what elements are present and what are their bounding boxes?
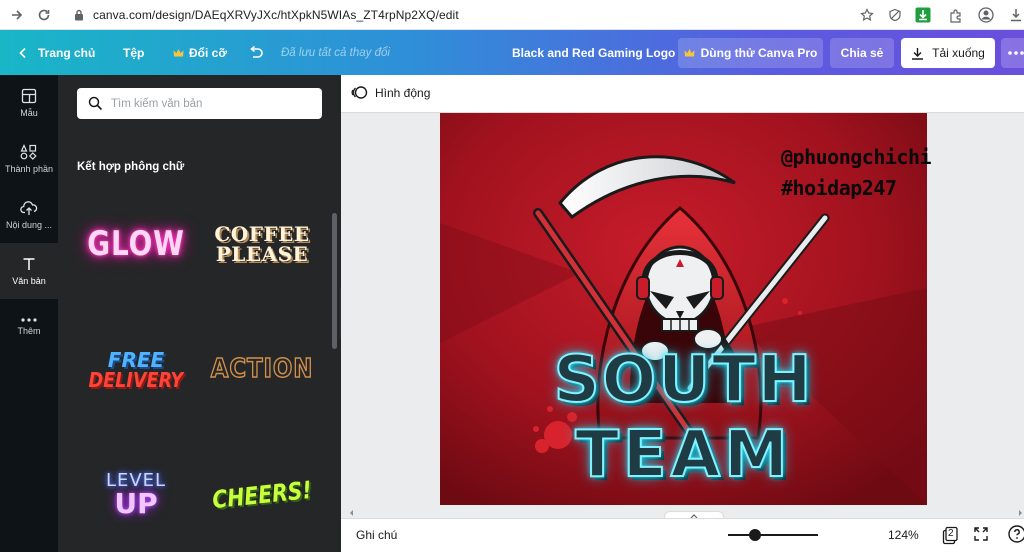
page-count-button[interactable]: 2 (940, 525, 960, 545)
extensions-puzzle-icon[interactable] (945, 4, 967, 26)
save-status: Đã lưu tất cả thay đổi (281, 46, 390, 59)
share-button[interactable]: Chia sẻ (830, 38, 894, 68)
rail-label: Thành phần (4, 164, 54, 174)
font-combo-level-up[interactable]: LEVEL UP (77, 467, 195, 523)
panel-scrollbar[interactable] (332, 213, 337, 349)
font-combo-action[interactable]: ACTION (210, 350, 314, 388)
design-title[interactable]: Black and Red Gaming Logo (512, 30, 675, 75)
chevron-left-icon (19, 47, 26, 58)
font-combo-glow[interactable]: GLOW (87, 220, 185, 268)
more-icon (21, 318, 37, 322)
search-placeholder: Tìm kiếm văn bản (111, 97, 203, 110)
share-label: Chia sẻ (840, 46, 884, 60)
notes-button[interactable]: Ghi chú (356, 528, 397, 542)
rail-label: Văn bản (12, 276, 46, 286)
download-button[interactable]: Tải xuống (901, 38, 995, 68)
font-combo-action-text: ACTION (210, 354, 314, 384)
page-count-text: 2 (948, 528, 954, 539)
rail-label: Thêm (17, 326, 41, 336)
resize-button[interactable]: Đổi cỡ (173, 30, 227, 75)
text-icon (23, 258, 35, 270)
headline-team[interactable]: TEAM (440, 422, 927, 488)
watermark-hashtag: #hoidap247 (781, 176, 897, 200)
font-combo-level-line-2: UP (114, 487, 158, 520)
download-label: Tải xuống (932, 46, 985, 60)
crown-icon (684, 49, 695, 57)
ellipsis-icon (1008, 51, 1024, 55)
file-menu-label: Tệp (123, 45, 145, 60)
home-button[interactable]: Trang chủ (18, 30, 95, 75)
font-combo-coffee-line-1: COFFEE (214, 222, 310, 246)
rail-item-elements[interactable]: Thành phần (0, 131, 58, 187)
rail-item-uploads[interactable]: Nội dung ... (0, 187, 58, 243)
address-bar[interactable]: canva.com/design/DAEqXRVyJXc/htXpkN5WIAs… (72, 5, 459, 25)
animate-button[interactable]: Hình động (375, 86, 430, 100)
url-text: canva.com/design/DAEqXRVyJXc/htXpkN5WIAs… (93, 8, 459, 22)
download-extension-icon[interactable] (912, 4, 934, 26)
font-combo-free-line-1: FREE (107, 348, 165, 372)
rail-label: Mẫu (20, 108, 38, 118)
elements-icon (20, 144, 37, 160)
font-combo-coffee-please[interactable]: COFFEE PLEASE (203, 218, 321, 270)
try-canva-pro-button[interactable]: Dùng thử Canva Pro (678, 38, 823, 68)
browser-toolbar: canva.com/design/DAEqXRVyJXc/htXpkN5WIAs… (0, 0, 1024, 30)
editor-header: Trang chủ Tệp Đổi cỡ Đã lưu tất cả thay … (0, 30, 1024, 75)
fullscreen-icon[interactable] (973, 526, 989, 547)
profile-avatar-icon[interactable] (975, 4, 997, 26)
side-navigation: Mẫu Thành phần Nội dung ... Văn bản Thêm (0, 75, 58, 552)
font-combo-coffee-line-2: PLEASE (215, 242, 309, 266)
search-input[interactable]: Tìm kiếm văn bản (77, 88, 322, 119)
undo-icon (250, 46, 263, 58)
bookmark-star-icon[interactable] (856, 4, 878, 26)
search-icon (88, 96, 103, 111)
font-combinations-heading: Kết hợp phông chữ (77, 161, 185, 173)
home-label: Trang chủ (38, 45, 96, 60)
watermark-username: @phuongchichi (781, 145, 932, 169)
try-pro-label: Dùng thử Canva Pro (700, 46, 818, 60)
rail-label: Nội dung ... (5, 220, 53, 230)
zoom-slider-thumb[interactable] (749, 529, 761, 541)
bottom-bar (341, 518, 1024, 552)
font-combo-cheers-text: CHEERS! (210, 475, 313, 515)
downloads-icon[interactable] (1005, 4, 1024, 26)
upload-icon (20, 201, 38, 215)
resize-label: Đổi cỡ (189, 45, 227, 60)
download-icon (912, 47, 924, 60)
help-icon[interactable] (1008, 525, 1024, 548)
font-combo-free-delivery[interactable]: FREE DELIVERY (77, 345, 195, 395)
zoom-slider[interactable] (728, 534, 818, 536)
lock-icon (72, 8, 86, 22)
reload-icon[interactable] (33, 4, 55, 26)
shield-icon[interactable] (884, 4, 906, 26)
font-combo-free-line-2: DELIVERY (88, 368, 184, 392)
design-page[interactable]: SOUTH TEAM (440, 113, 927, 505)
forward-icon[interactable] (6, 4, 28, 26)
template-icon (21, 88, 37, 104)
context-toolbar (341, 75, 1024, 113)
font-combo-glow-text: GLOW (87, 224, 185, 264)
file-menu-button[interactable]: Tệp (123, 30, 144, 75)
zoom-level[interactable]: 124% (888, 528, 919, 542)
text-panel: Tìm kiếm văn bản Kết hợp phông chữ GLOW … (58, 75, 341, 552)
rail-item-templates[interactable]: Mẫu (0, 75, 58, 131)
more-options-button[interactable] (1001, 38, 1024, 68)
headline-south[interactable]: SOUTH (440, 347, 927, 413)
crown-icon (173, 48, 184, 56)
rail-item-text[interactable]: Văn bản (0, 243, 58, 299)
undo-button[interactable] (248, 30, 263, 75)
animate-icon (351, 84, 368, 106)
rail-item-more[interactable]: Thêm (0, 299, 58, 355)
font-combo-cheers[interactable]: CHEERS! (210, 470, 314, 520)
